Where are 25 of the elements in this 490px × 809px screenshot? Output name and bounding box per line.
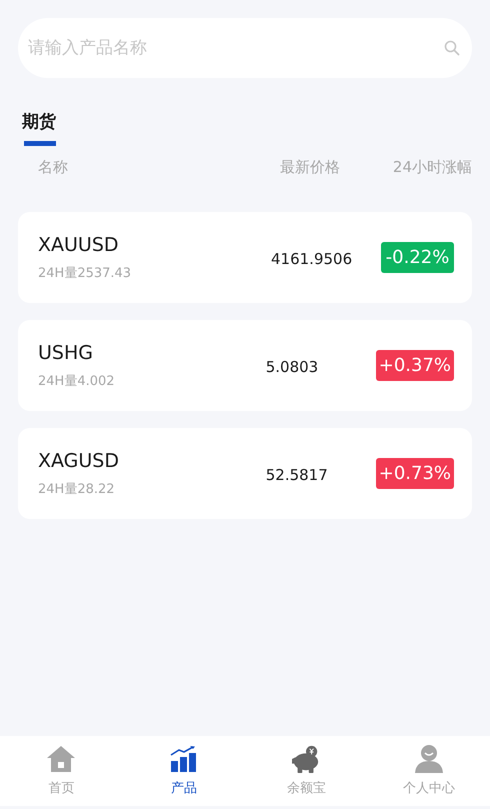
column-header: 最新价格 (280, 158, 341, 177)
product-card[interactable]: XAUUSD 24H量2537.43 4161.9506 -0.22% (18, 212, 472, 303)
house-icon (46, 745, 76, 773)
bar-chart-icon (170, 745, 198, 773)
price-text: 5.0803 (266, 358, 320, 376)
volume-text: 24H量28.22 (38, 480, 116, 498)
price-text: 4161.9506 (271, 250, 354, 268)
search-field[interactable]: 请输入产品名称 (18, 18, 472, 78)
column-header: 24小时涨幅 (392, 158, 472, 177)
volume-text: 24H量2537.43 (38, 264, 132, 282)
price-text: 52.5817 (266, 466, 329, 484)
product-card[interactable]: USHG 24H量4.002 5.0803 +0.37% (18, 320, 472, 411)
change-badge: +0.37% (376, 350, 454, 381)
product-card[interactable]: XAGUSD 24H量28.22 52.5817 +0.73% (18, 428, 472, 519)
product-name: XAGUSD (38, 450, 120, 472)
person-icon (414, 745, 444, 773)
nav-tab[interactable]: 产品 (122, 736, 245, 806)
volume-text: 24H量4.002 (38, 372, 116, 390)
column-header: 名称 (38, 158, 69, 177)
product-name: XAUUSD (38, 234, 120, 256)
change-badge: +0.73% (376, 458, 454, 489)
change-badge: -0.22% (381, 242, 454, 273)
search-icon[interactable] (444, 40, 460, 56)
category-tab[interactable]: 期货 (22, 110, 56, 146)
product-name: USHG (38, 342, 94, 364)
